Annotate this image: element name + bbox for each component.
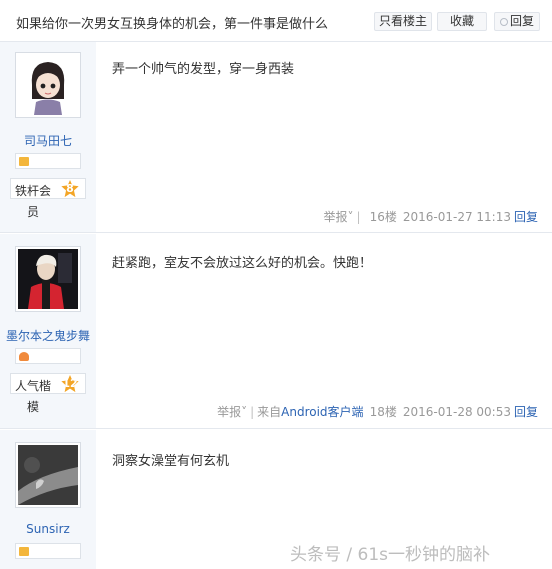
thread-header: 如果给你一次男女互换身体的机会，第一件事是做什么 只看楼主 收藏 回复 <box>0 0 552 42</box>
author-sidebar: Sunsirz <box>0 430 96 569</box>
post-floor-16: 司马田七 铁杆会 8 员 弄一个帅气的发型，穿一身西装 举报˅ | 16楼 2016-… <box>0 42 552 233</box>
only-op-button[interactable]: 只看楼主 <box>374 12 432 31</box>
reply-button[interactable]: 回复 <box>494 12 540 31</box>
badge-name: 人气楷 <box>15 379 52 393</box>
cartoon-girl-avatar-icon <box>18 55 78 115</box>
username[interactable]: Sunsirz <box>0 522 96 536</box>
person-red-jacket-avatar-icon <box>18 249 78 309</box>
reply-link[interactable]: 回复 <box>514 405 538 419</box>
reply-link[interactable]: 回复 <box>514 210 538 224</box>
meta-separator: | <box>356 210 361 224</box>
level-bar <box>15 153 81 169</box>
post-meta: 举报˅ | 16楼 2016-01-27 11:13 回复 <box>324 208 539 225</box>
badge-name: 铁杆会 <box>15 184 52 198</box>
badge-name-tail: 员 <box>27 205 40 219</box>
member-badge[interactable]: 铁杆会 8 <box>10 178 86 199</box>
level-bar <box>15 348 81 364</box>
username[interactable]: 墨尔本之鬼步舞 <box>0 327 96 344</box>
badge-level-star-icon: 12 <box>61 375 79 393</box>
avatar[interactable] <box>15 52 81 118</box>
source-prefix: 来自 <box>257 405 282 419</box>
level-icon <box>19 157 29 166</box>
post-time: 2016-01-28 00:53 <box>402 405 511 419</box>
caret-down-icon: ˅ <box>241 405 248 419</box>
caret-down-icon: ˅ <box>347 210 354 224</box>
report-link[interactable]: 举报 <box>324 210 348 224</box>
favorite-button[interactable]: 收藏 <box>437 12 487 31</box>
author-sidebar: 司马田七 铁杆会 8 员 <box>0 42 96 232</box>
badge-name-tail: 模 <box>27 400 40 414</box>
post-meta: 举报˅ | 来自Android客户端 18楼 2016-01-28 00:53 回复 <box>217 403 538 420</box>
post-content: 洞察女澡堂有何玄机 <box>112 454 230 469</box>
client-source-link[interactable]: Android客户端 <box>281 405 363 419</box>
level-bar <box>15 543 81 559</box>
watermark: 头条号 / 61s一秒钟的脑补 <box>290 545 491 565</box>
avatar[interactable] <box>15 442 81 508</box>
reply-icon <box>499 18 508 26</box>
post-content: 弄一个帅气的发型，穿一身西装 <box>112 62 295 77</box>
badge-level-star-icon: 8 <box>61 180 79 198</box>
post-floor-18: 墨尔本之鬼步舞 人气楷 12 模 赶紧跑，室友不会放过这么好的机会。快跑！ 举报… <box>0 234 552 429</box>
avatar[interactable] <box>15 246 81 312</box>
post-content: 赶紧跑，室友不会放过这么好的机会。快跑！ <box>112 256 373 271</box>
post-time: 2016-01-27 11:13 <box>402 210 511 224</box>
member-badge[interactable]: 人气楷 12 <box>10 373 86 394</box>
flame-icon <box>19 352 29 361</box>
floor-number: 16楼 <box>369 210 397 224</box>
author-sidebar: 墨尔本之鬼步舞 人气楷 12 模 <box>0 234 96 428</box>
username[interactable]: 司马田七 <box>0 132 96 149</box>
meta-separator: | <box>250 405 255 419</box>
wrist-bracelet-avatar-icon <box>18 445 78 505</box>
reply-button-label: 回复 <box>509 14 534 28</box>
floor-number: 18楼 <box>369 405 397 419</box>
level-icon <box>19 547 29 556</box>
thread-title: 如果给你一次男女互换身体的机会，第一件事是做什么 <box>16 17 329 32</box>
report-link[interactable]: 举报 <box>217 405 241 419</box>
